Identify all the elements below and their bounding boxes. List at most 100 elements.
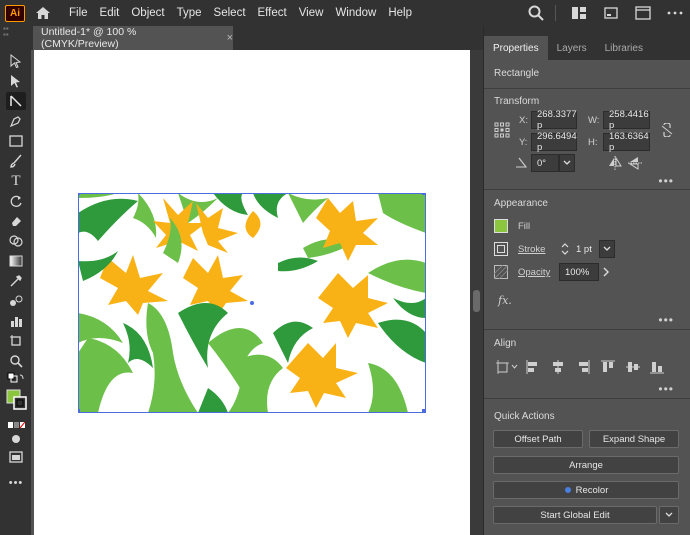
w-field[interactable]: 258.4416 p: [603, 109, 650, 131]
menu-object[interactable]: Object: [131, 7, 164, 19]
document-tab[interactable]: Untitled-1* @ 100 % (CMYK/Preview) ×: [33, 26, 233, 50]
panel-toggle-icon[interactable]: [634, 4, 652, 22]
stroke-weight-dropdown[interactable]: [599, 240, 615, 258]
flip-horizontal-icon[interactable]: [608, 156, 622, 170]
align-to-selection-icon[interactable]: [496, 360, 518, 374]
rotate-tool-icon[interactable]: [6, 192, 26, 210]
stroke-label[interactable]: Stroke: [518, 244, 545, 255]
gradient-tool-icon[interactable]: [6, 252, 26, 270]
quick-actions-title: Quick Actions: [494, 411, 555, 422]
menu-type[interactable]: Type: [177, 7, 202, 19]
fx-button[interactable]: fx.: [498, 294, 512, 307]
stroke-swatch[interactable]: [494, 242, 508, 256]
align-bottom-icon[interactable]: [650, 360, 664, 374]
more-options-icon[interactable]: [666, 4, 684, 22]
offset-path-button[interactable]: Offset Path: [493, 430, 583, 448]
rectangle-tool-icon[interactable]: [6, 132, 26, 150]
align-vertical-center-icon[interactable]: [626, 360, 640, 374]
align-more-options[interactable]: •••: [658, 382, 674, 396]
x-field[interactable]: 268.3377 p: [531, 109, 577, 131]
chevron-down-icon: [563, 160, 571, 165]
tab-properties[interactable]: Properties: [484, 36, 548, 60]
tools-grip[interactable]: ▪▪ ▪▪: [0, 25, 31, 39]
menu-window[interactable]: Window: [335, 7, 376, 19]
minimize-icon[interactable]: [602, 4, 620, 22]
transform-more-options[interactable]: •••: [658, 174, 674, 188]
selection-tool-icon[interactable]: [6, 52, 26, 70]
y-field[interactable]: 296.6494 p: [531, 131, 577, 153]
tab-layers[interactable]: Layers: [548, 36, 596, 60]
blend-tool-icon[interactable]: [6, 292, 26, 310]
expand-shape-button[interactable]: Expand Shape: [589, 430, 679, 448]
menu-list: File Edit Object Type Select Effect View…: [69, 7, 424, 19]
fill-stroke-swatch[interactable]: [6, 388, 28, 412]
menu-separator: [555, 5, 556, 21]
opacity-field[interactable]: 100%: [559, 263, 599, 281]
menu-select[interactable]: Select: [214, 7, 246, 19]
edit-toolbar-icon[interactable]: •••: [6, 474, 26, 492]
recolor-label: Recolor: [575, 484, 609, 496]
recolor-icon: [564, 487, 571, 493]
stroke-weight-field[interactable]: 1 pt: [571, 240, 599, 258]
align-left-icon[interactable]: [526, 360, 540, 374]
scrollbar-thumb[interactable]: [473, 290, 480, 312]
rotate-angle-icon: [516, 157, 528, 168]
arrange-button[interactable]: Arrange: [493, 456, 679, 474]
direct-selection-tool-icon[interactable]: [6, 72, 26, 90]
rotate-field[interactable]: 0°: [531, 154, 559, 172]
opacity-label[interactable]: Opacity: [518, 267, 550, 278]
align-right-icon[interactable]: [576, 360, 590, 374]
search-icon[interactable]: [527, 4, 545, 22]
draw-mode-icon[interactable]: [6, 430, 26, 448]
zoom-tool-icon[interactable]: [6, 352, 26, 370]
shape-builder-tool-icon[interactable]: [6, 232, 26, 250]
menu-file[interactable]: File: [69, 7, 88, 19]
close-tab-icon[interactable]: ×: [227, 32, 233, 44]
appearance-title: Appearance: [494, 198, 548, 209]
rotate-dropdown[interactable]: [559, 154, 575, 172]
pattern-rectangle[interactable]: [78, 193, 426, 413]
selection-type-label: Rectangle: [494, 68, 540, 79]
screen-mode-icon[interactable]: [6, 448, 26, 466]
graph-tool-icon[interactable]: [6, 312, 26, 330]
recolor-button[interactable]: Recolor: [493, 481, 679, 499]
tab-libraries[interactable]: Libraries: [596, 36, 652, 60]
fill-swatch[interactable]: [494, 219, 508, 233]
w-label: W:: [588, 115, 600, 126]
global-edit-options-button[interactable]: [659, 506, 679, 524]
type-tool-icon[interactable]: T: [6, 172, 26, 190]
arrange-documents-icon[interactable]: [570, 4, 588, 22]
eyedropper-tool-icon[interactable]: [6, 272, 26, 290]
chevron-right-icon[interactable]: [601, 265, 611, 279]
pen-tool-icon[interactable]: [6, 112, 26, 130]
app-logo: Ai: [5, 4, 25, 22]
menu-bar: Ai File Edit Object Type Select Effect V…: [0, 0, 690, 26]
document-tab-bar: Untitled-1* @ 100 % (CMYK/Preview) ×: [31, 26, 483, 50]
x-label: X:: [519, 115, 528, 126]
paintbrush-tool-icon[interactable]: [6, 152, 26, 170]
default-colors-icon[interactable]: [6, 370, 26, 388]
chevron-down-icon: [603, 246, 611, 251]
stroke-stepper-icon[interactable]: [560, 241, 570, 257]
divider: [484, 88, 690, 89]
h-field[interactable]: 163.6364 p: [603, 131, 650, 153]
menu-edit[interactable]: Edit: [100, 7, 120, 19]
direct-select-active-icon[interactable]: [6, 92, 26, 110]
artboard-tool-icon[interactable]: [6, 332, 26, 350]
reference-point-icon[interactable]: [494, 122, 510, 138]
menu-effect[interactable]: Effect: [258, 7, 287, 19]
eraser-tool-icon[interactable]: [6, 212, 26, 230]
menu-help[interactable]: Help: [388, 7, 412, 19]
start-global-edit-button[interactable]: Start Global Edit: [493, 506, 657, 524]
align-top-icon[interactable]: [601, 360, 615, 374]
vertical-scrollbar[interactable]: [470, 50, 483, 535]
menu-view[interactable]: View: [299, 7, 324, 19]
align-horizontal-center-icon[interactable]: [551, 360, 565, 374]
flip-vertical-icon[interactable]: [628, 156, 642, 170]
home-icon[interactable]: [35, 5, 51, 21]
properties-panel: Properties Layers Libraries Rectangle Tr…: [483, 26, 690, 535]
appearance-more-options[interactable]: •••: [658, 313, 674, 327]
panel-tabs: Properties Layers Libraries: [484, 26, 690, 60]
constrain-proportions-icon[interactable]: [660, 123, 674, 137]
document-tab-title: Untitled-1* @ 100 % (CMYK/Preview): [41, 26, 137, 50]
